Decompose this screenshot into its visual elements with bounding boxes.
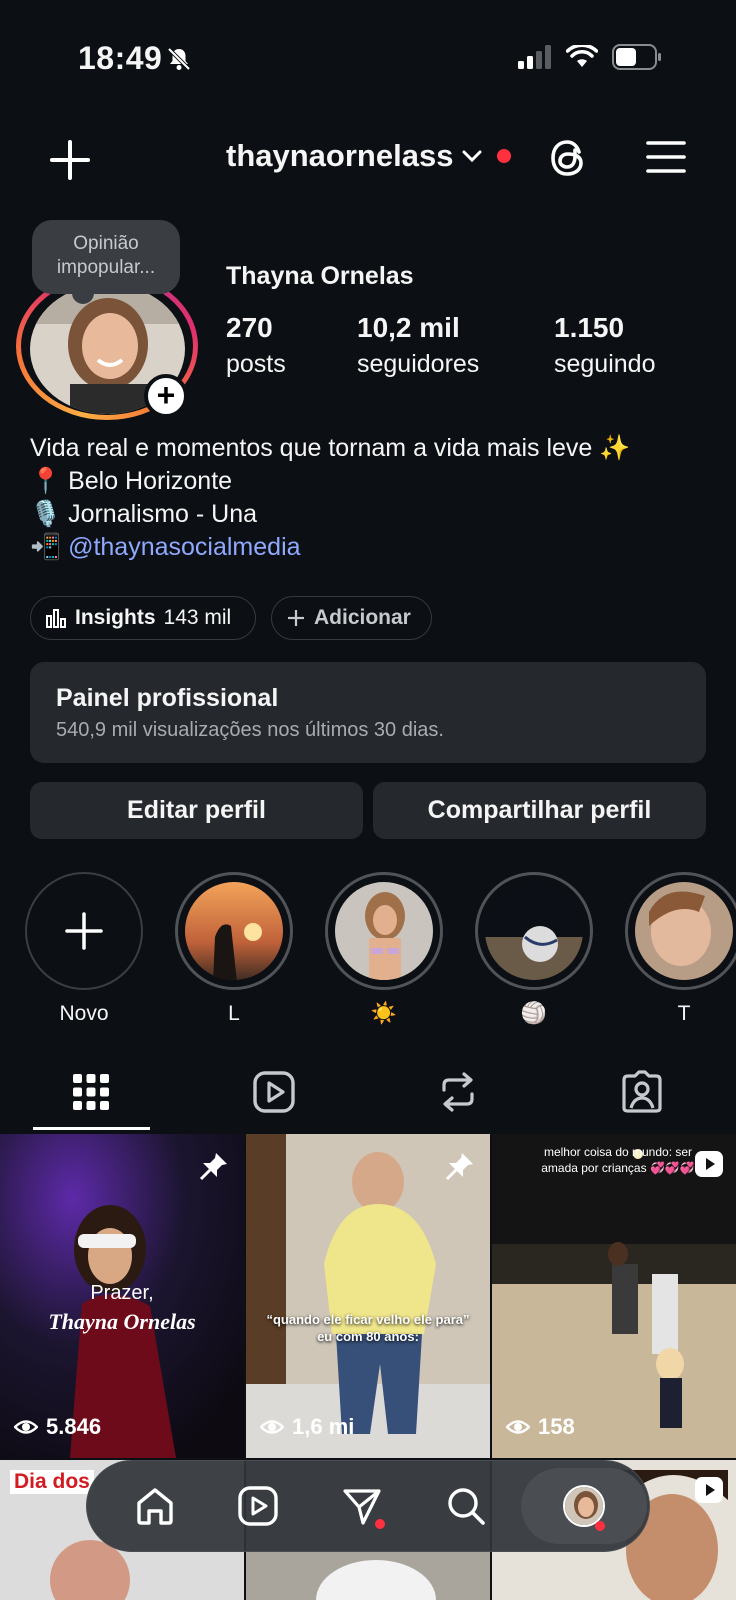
bio-mention-link[interactable]: @thaynasocialmedia <box>68 533 300 561</box>
bio-line: 🎙️ Jornalismo - Una <box>30 500 258 528</box>
username: thaynaornelass <box>226 138 454 173</box>
highlight-item[interactable]: L <box>175 872 293 1028</box>
pin-icon <box>199 1153 227 1181</box>
wifi-icon <box>566 45 598 67</box>
bio-line: 📍 Belo Horizonte <box>30 467 233 495</box>
highlight-item[interactable]: 🏐 <box>475 872 593 1028</box>
plus-icon <box>288 610 304 626</box>
profile-notification-dot <box>595 1521 605 1531</box>
tagged-tab-icon[interactable] <box>620 1070 664 1114</box>
add-story-plus-icon[interactable]: + <box>144 374 188 418</box>
highlight-item[interactable]: ☀️ <box>325 872 443 1028</box>
grid-tab-icon[interactable] <box>69 1070 113 1114</box>
eye-icon <box>506 1420 530 1434</box>
status-indicators <box>518 44 662 70</box>
insights-chip[interactable]: Insights 143 mil <box>30 596 256 640</box>
message-notification-dot <box>375 1519 385 1529</box>
cellular-signal-icon <box>518 45 551 69</box>
bio: Vida real e momentos que tornam a vida m… <box>30 432 630 564</box>
overlay-text: “quando ele ficar velho ele para” <box>266 1312 470 1327</box>
highlight-new[interactable]: Novo <box>25 872 143 1028</box>
bottom-navigation <box>86 1460 650 1552</box>
reels-tab-icon[interactable] <box>252 1070 296 1114</box>
bell-muted-icon <box>167 47 191 71</box>
stat-posts[interactable]: 270 posts <box>226 312 286 379</box>
overlay-text: Prazer, <box>90 1282 154 1304</box>
views-count: 158 <box>506 1414 575 1440</box>
plus-icon <box>65 912 103 950</box>
stat-followers[interactable]: 10,2 mil seguidores <box>357 312 479 379</box>
grid-post[interactable]: Prazer, Thayna Ornelas 5.846 <box>0 1134 244 1458</box>
menu-hamburger-icon[interactable] <box>646 140 686 174</box>
edit-profile-button[interactable]: Editar perfil <box>30 782 363 839</box>
status-time: 18:49 <box>78 40 163 76</box>
chevron-down-icon <box>462 150 482 163</box>
reposts-tab-icon[interactable] <box>436 1070 480 1114</box>
overlay-text: Thayna Ornelas <box>48 1309 196 1334</box>
home-icon[interactable] <box>134 1485 176 1527</box>
overlay-text: amada por crianças 💞💞💞 <box>541 1161 695 1175</box>
views-count: 1,6 mi <box>260 1414 354 1440</box>
create-plus-icon[interactable] <box>48 138 92 182</box>
notification-dot <box>497 149 512 163</box>
reels-icon[interactable] <box>237 1485 279 1527</box>
share-profile-button[interactable]: Compartilhar perfil <box>373 782 706 839</box>
search-icon[interactable] <box>445 1485 487 1527</box>
views-count: 5.846 <box>14 1414 101 1440</box>
grid-post[interactable]: “quando ele ficar velho ele para” eu com… <box>246 1134 490 1458</box>
profile-note-bubble[interactable]: Opinião impopular... <box>32 220 180 304</box>
threads-icon[interactable] <box>546 136 590 180</box>
grid-post[interactable]: melhor coisa do mundo: ser amada por cri… <box>492 1134 736 1458</box>
eye-icon <box>260 1420 284 1434</box>
battery-icon <box>612 44 661 70</box>
bio-line: 📲 @thaynasocialmedia <box>30 533 301 561</box>
bio-line: Vida real e momentos que tornam a vida m… <box>30 434 631 462</box>
reel-icon <box>695 1477 723 1503</box>
stat-following[interactable]: 1.150 seguindo <box>554 312 655 379</box>
bar-chart-icon <box>46 609 66 628</box>
reel-icon <box>695 1151 723 1177</box>
add-chip[interactable]: Adicionar <box>271 596 432 640</box>
overlay-text: eu com 80 anos: <box>317 1329 419 1344</box>
pin-icon <box>445 1153 473 1181</box>
active-tab-indicator <box>33 1127 150 1130</box>
eye-icon <box>14 1420 38 1434</box>
display-name: Thayna Ornelas <box>226 262 414 290</box>
account-switcher[interactable]: thaynaornelass <box>226 138 512 174</box>
professional-dashboard[interactable]: Painel profissional 540,9 mil visualizaç… <box>30 662 706 763</box>
overlay-text: melhor coisa do mundo: ser <box>543 1145 693 1159</box>
overlay-text: Dia dos <box>10 1470 94 1494</box>
highlight-item[interactable]: T <box>625 872 736 1028</box>
